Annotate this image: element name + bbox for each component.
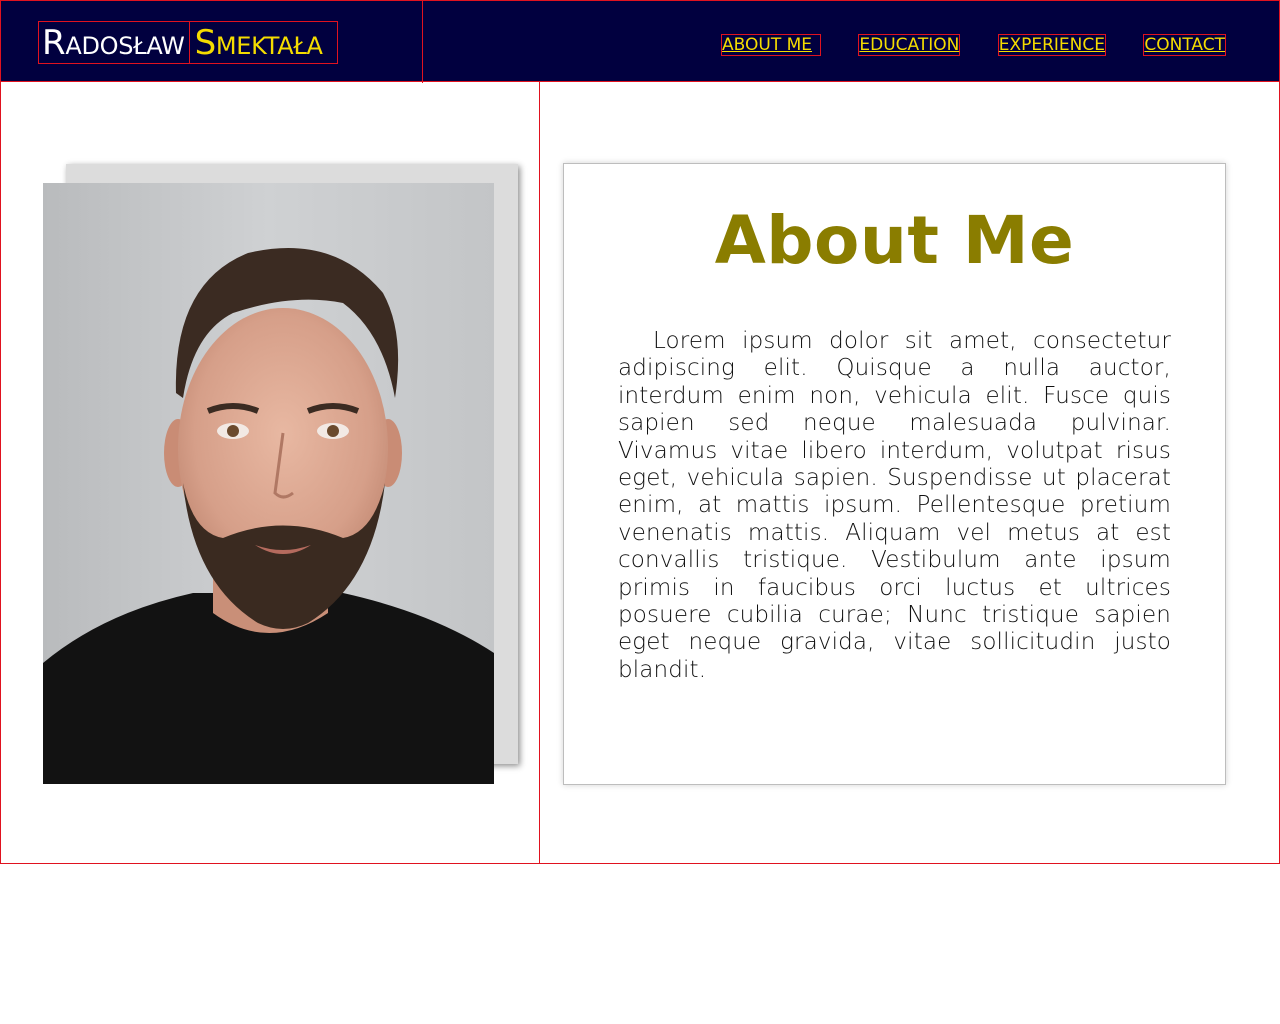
nav-link-about-me[interactable]: ABOUT ME (721, 34, 822, 56)
site-logo[interactable]: Radosław Smektała (38, 21, 338, 64)
about-text: Lorem ipsum dolor sit amet, consectetur … (618, 328, 1171, 683)
site-header: Radosław Smektała ABOUT ME EDUCATION EXP… (0, 0, 1280, 83)
nav-link-contact[interactable]: CONTACT (1143, 34, 1226, 56)
about-card: About Me Lorem ipsum dolor sit amet, con… (563, 163, 1226, 785)
main-nav: ABOUT ME EDUCATION EXPERIENCE CONTACT (721, 34, 1226, 56)
brand-cell: Radosław Smektała (1, 1, 423, 83)
nav-link-experience[interactable]: EXPERIENCE (997, 34, 1106, 56)
logo-first-name: Radosław (39, 22, 190, 63)
logo-last-name: Smektała (194, 22, 323, 63)
about-title: About Me (714, 202, 1075, 279)
photo-column (0, 81, 540, 864)
about-column: About Me Lorem ipsum dolor sit amet, con… (539, 81, 1280, 864)
nav-link-education[interactable]: EDUCATION (858, 34, 961, 56)
profile-photo (43, 183, 494, 784)
